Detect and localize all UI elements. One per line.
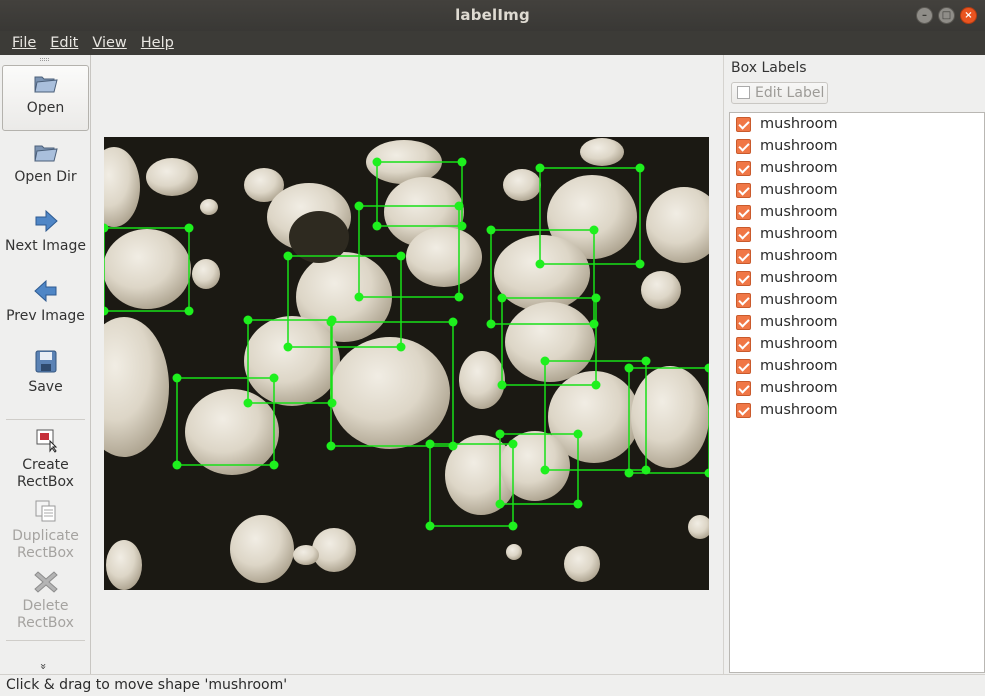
label-text: mushroom bbox=[760, 292, 838, 308]
prev-image-button[interactable]: Prev Image bbox=[2, 278, 89, 325]
edit-label-button[interactable]: Edit Label bbox=[731, 82, 828, 104]
label-checkbox[interactable] bbox=[736, 138, 751, 154]
label-checkbox[interactable] bbox=[736, 182, 751, 198]
label-text: mushroom bbox=[760, 402, 838, 418]
canvas-area[interactable] bbox=[91, 55, 723, 674]
duplicate-rectbox-button[interactable]: Duplicate RectBox bbox=[2, 498, 89, 562]
toolbar-separator bbox=[6, 419, 85, 420]
minimize-icon: – bbox=[922, 10, 927, 21]
create-box-icon bbox=[36, 429, 57, 453]
label-text: mushroom bbox=[760, 248, 838, 264]
create-rectbox-button[interactable]: Create RectBox bbox=[2, 427, 89, 491]
delete-rectbox-button[interactable]: Delete RectBox bbox=[2, 568, 89, 632]
image-canvas[interactable] bbox=[104, 137, 709, 590]
open-label: Open bbox=[26, 100, 65, 116]
delete-rectbox-label: Delete RectBox bbox=[17, 598, 74, 631]
label-checkbox[interactable] bbox=[736, 116, 751, 132]
menu-edit[interactable]: Edit bbox=[43, 31, 85, 55]
save-label: Save bbox=[28, 379, 63, 395]
label-text: mushroom bbox=[760, 358, 838, 374]
maximize-button[interactable]: □ bbox=[938, 7, 955, 24]
label-text: mushroom bbox=[760, 226, 838, 242]
label-checkbox[interactable] bbox=[736, 226, 751, 242]
label-text: mushroom bbox=[760, 204, 838, 220]
label-text: mushroom bbox=[760, 160, 838, 176]
soil-clump bbox=[289, 211, 349, 263]
label-text: mushroom bbox=[760, 270, 838, 286]
label-text: mushroom bbox=[760, 380, 838, 396]
duplicate-rectbox-label: Duplicate RectBox bbox=[12, 528, 79, 561]
folder-open-icon bbox=[33, 145, 58, 162]
list-item[interactable]: mushroom bbox=[730, 355, 984, 377]
save-icon bbox=[35, 350, 56, 373]
list-item[interactable]: mushroom bbox=[730, 289, 984, 311]
label-checkbox[interactable] bbox=[736, 402, 751, 418]
toolbar-extension-icon[interactable]: » bbox=[37, 663, 50, 670]
copy-icon bbox=[35, 500, 55, 522]
maximize-icon: □ bbox=[941, 10, 952, 21]
next-image-label: Next Image bbox=[5, 238, 86, 254]
menu-file[interactable]: File bbox=[5, 31, 43, 55]
list-item[interactable]: mushroom bbox=[730, 311, 984, 333]
list-item[interactable]: mushroom bbox=[730, 135, 984, 157]
next-image-button[interactable]: Next Image bbox=[2, 208, 89, 255]
status-text: Click & drag to move shape 'mushroom' bbox=[6, 677, 288, 693]
edit-label-text: Edit Label bbox=[755, 85, 825, 101]
label-checkbox[interactable] bbox=[736, 336, 751, 352]
close-button[interactable]: × bbox=[960, 7, 977, 24]
title-bar: labelImg – □ × bbox=[0, 0, 985, 31]
toolbar-separator bbox=[6, 640, 85, 641]
arrow-left-icon bbox=[33, 279, 56, 303]
label-checkbox[interactable] bbox=[736, 380, 751, 396]
save-button[interactable]: Save bbox=[2, 349, 89, 396]
list-item[interactable]: mushroom bbox=[730, 245, 984, 267]
box-labels-title: Box Labels bbox=[731, 60, 807, 76]
delete-x-icon bbox=[33, 571, 58, 593]
label-checkbox[interactable] bbox=[736, 204, 751, 220]
label-checkbox[interactable] bbox=[736, 358, 751, 374]
label-checkbox[interactable] bbox=[736, 248, 751, 264]
create-rectbox-label: Create RectBox bbox=[17, 457, 74, 490]
left-toolbar: Open Open Dir Next Image Prev Image Save bbox=[0, 55, 91, 674]
list-item[interactable]: mushroom bbox=[730, 157, 984, 179]
menu-bar: File Edit View Help bbox=[0, 31, 985, 55]
arrow-right-icon bbox=[35, 209, 58, 233]
list-item[interactable]: mushroom bbox=[730, 201, 984, 223]
list-item[interactable]: mushroom bbox=[730, 223, 984, 245]
label-checkbox[interactable] bbox=[736, 292, 751, 308]
label-checkbox[interactable] bbox=[736, 314, 751, 330]
label-text: mushroom bbox=[760, 138, 838, 154]
folder-open-icon bbox=[33, 76, 58, 93]
list-item[interactable]: mushroom bbox=[730, 333, 984, 355]
label-list[interactable]: mushroom mushroom mushroom mushroom mush… bbox=[729, 112, 985, 673]
edit-pencil-icon bbox=[737, 86, 750, 99]
toolbar-grip[interactable] bbox=[40, 58, 49, 61]
label-checkbox[interactable] bbox=[736, 270, 751, 286]
open-button[interactable]: Open bbox=[2, 65, 89, 131]
menu-help[interactable]: Help bbox=[134, 31, 181, 55]
close-icon: × bbox=[964, 10, 973, 21]
status-bar: Click & drag to move shape 'mushroom' bbox=[0, 674, 985, 696]
list-item[interactable]: mushroom bbox=[730, 267, 984, 289]
label-text: mushroom bbox=[760, 336, 838, 352]
label-text: mushroom bbox=[760, 314, 838, 330]
list-item[interactable]: mushroom bbox=[730, 399, 984, 421]
label-text: mushroom bbox=[760, 182, 838, 198]
box-labels-dock: Box Labels Edit Label mushroom mushroom … bbox=[729, 55, 985, 674]
list-item[interactable]: mushroom bbox=[730, 113, 984, 135]
window-title: labelImg bbox=[455, 6, 530, 24]
open-dir-label: Open Dir bbox=[14, 169, 77, 185]
open-dir-button[interactable]: Open Dir bbox=[2, 139, 89, 186]
prev-image-label: Prev Image bbox=[6, 308, 85, 324]
label-checkbox[interactable] bbox=[736, 160, 751, 176]
list-item[interactable]: mushroom bbox=[730, 377, 984, 399]
menu-view[interactable]: View bbox=[85, 31, 133, 55]
minimize-button[interactable]: – bbox=[916, 7, 933, 24]
label-text: mushroom bbox=[760, 116, 838, 132]
list-item[interactable]: mushroom bbox=[730, 179, 984, 201]
